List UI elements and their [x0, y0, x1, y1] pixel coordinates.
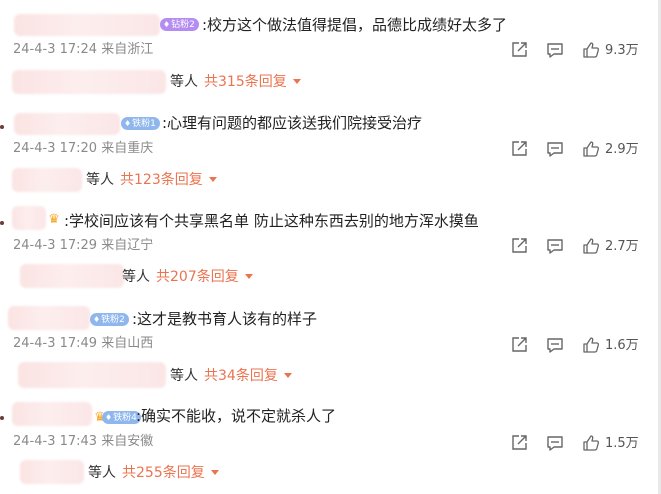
like-count: 2.7万 [605, 239, 639, 254]
comment-text: :确实不能收，说不定就杀人了 [136, 407, 337, 425]
comment-meta: 24-4-3 17:43 来自安徽 [13, 434, 154, 449]
reply-summary[interactable]: 等人 共123条回复 [86, 170, 217, 190]
reply-etc-label: 等人 [170, 74, 198, 90]
reply-summary[interactable]: 等人 共34条回复 [170, 366, 292, 386]
comment-text: :这才是教书育人该有的样子 [132, 310, 318, 328]
avatar[interactable] [0, 125, 4, 129]
like-count: 1.5万 [605, 436, 639, 451]
comment-actions: 1.5万 [508, 434, 658, 454]
comment-item: ♦铁粉1 :心理有问题的都应该送我们院接受治疗 24-4-3 17:20 来自重… [0, 100, 661, 198]
comment-icon[interactable] [546, 237, 564, 255]
comment-icon[interactable] [546, 434, 564, 452]
comment-meta: 24-4-3 17:24 来自浙江 [13, 42, 154, 57]
diamond-icon: ♦ [124, 119, 132, 128]
comment-actions: 2.7万 [508, 237, 658, 257]
share-icon[interactable] [510, 237, 528, 255]
reply-count-link[interactable]: 共123条回复 [120, 172, 203, 188]
comment-text: :心理有问题的都应该送我们院接受治疗 [162, 114, 423, 132]
chevron-down-icon[interactable] [210, 470, 219, 475]
crown-icon: ♛ [48, 212, 60, 227]
comment-actions: 9.3万 [508, 41, 658, 61]
diamond-icon: ♦ [93, 315, 101, 324]
blurred-username [12, 402, 92, 426]
reply-count-link[interactable]: 共255条回复 [122, 465, 205, 481]
comment-item: ♛ :学校间应该有个共享黑名单 防止这种东西去别的地方浑水摸鱼 24-4-3 1… [0, 196, 661, 294]
diamond-icon: ♦ [105, 413, 113, 422]
share-icon[interactable] [510, 140, 528, 158]
comment-actions: 1.6万 [508, 336, 658, 356]
comment-item: ♦铁粉2 :这才是教书育人该有的样子 24-4-3 17:49 来自山西 1.6… [0, 296, 661, 394]
comment-text: :校方这个做法值得提倡，品德比成绩好太多了 [202, 16, 508, 34]
like-count: 9.3万 [605, 43, 639, 58]
blurred-username [12, 206, 46, 230]
comment-icon[interactable] [546, 140, 564, 158]
avatar[interactable] [0, 416, 4, 420]
blurred-reply-avatars [20, 460, 84, 484]
reply-count-link[interactable]: 共315条回复 [204, 74, 287, 90]
comment-meta: 24-4-3 17:20 来自重庆 [13, 141, 154, 156]
fan-badge: ♦钻粉2 [160, 18, 199, 31]
like-count: 1.6万 [605, 338, 639, 353]
blurred-reply-avatars [12, 168, 82, 192]
thumbs-up-icon[interactable] [582, 41, 600, 59]
chevron-down-icon[interactable] [208, 177, 217, 182]
reply-summary[interactable]: 等人 共315条回复 [170, 72, 301, 92]
comment-actions: 2.9万 [508, 140, 658, 160]
reply-count-link[interactable]: 共34条回复 [204, 368, 278, 384]
fan-badge: ♦铁粉1 [121, 117, 160, 130]
fan-badge: ♦铁粉2 [90, 313, 129, 326]
thumbs-up-icon[interactable] [582, 140, 600, 158]
reply-count-link[interactable]: 共207条回复 [156, 269, 239, 285]
chevron-down-icon[interactable] [283, 373, 292, 378]
comment-icon[interactable] [546, 41, 564, 59]
comment-item: ♛ ♦铁粉4 :确实不能收，说不定就杀人了 24-4-3 17:43 来自安徽 … [0, 394, 661, 492]
comment-item: ♦钻粉2 :校方这个做法值得提倡，品德比成绩好太多了 24-4-3 17:24 … [0, 0, 661, 98]
share-icon[interactable] [510, 41, 528, 59]
reply-etc-label: 等人 [86, 172, 114, 188]
reply-summary[interactable]: 等人 共255条回复 [88, 463, 219, 483]
blurred-reply-avatars [18, 362, 166, 388]
thumbs-up-icon[interactable] [582, 434, 600, 452]
blurred-username [8, 306, 90, 330]
comment-meta: 24-4-3 17:29 来自辽宁 [13, 238, 154, 253]
thumbs-up-icon[interactable] [582, 237, 600, 255]
share-icon[interactable] [510, 434, 528, 452]
reply-etc-label: 等人 [88, 465, 116, 481]
thumbs-up-icon[interactable] [582, 336, 600, 354]
chevron-down-icon[interactable] [244, 274, 253, 279]
comment-text: :学校间应该有个共享黑名单 防止这种东西去别的地方浑水摸鱼 [64, 212, 479, 230]
share-icon[interactable] [510, 336, 528, 354]
reply-etc-label: 等人 [122, 269, 150, 285]
blurred-username [14, 14, 160, 36]
diamond-icon: ♦ [163, 20, 171, 29]
reply-etc-label: 等人 [170, 368, 198, 384]
comment-meta: 24-4-3 17:49 来自山西 [13, 336, 154, 351]
avatar[interactable] [0, 221, 4, 225]
reply-summary[interactable]: 等人 共207条回复 [122, 267, 253, 287]
blurred-username [14, 113, 120, 135]
comment-icon[interactable] [546, 336, 564, 354]
chevron-down-icon[interactable] [292, 79, 301, 84]
like-count: 2.9万 [605, 142, 639, 157]
blurred-reply-avatars [12, 70, 166, 94]
blurred-reply-avatars [20, 264, 124, 288]
